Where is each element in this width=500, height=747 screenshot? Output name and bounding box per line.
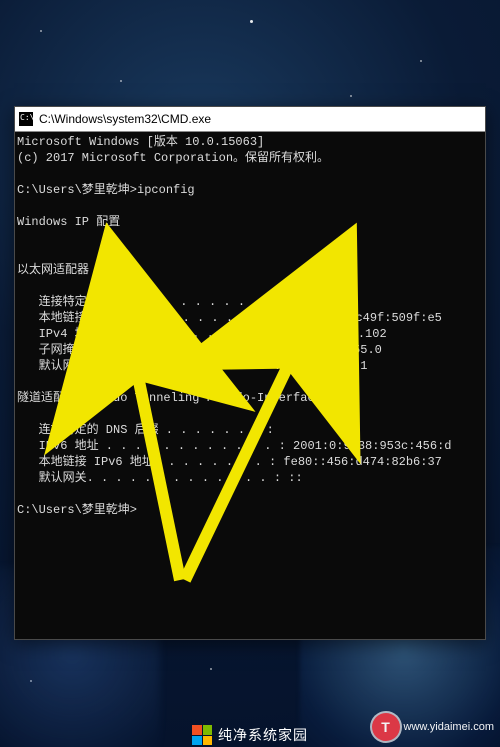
window-title: C:\Windows\system32\CMD.exe — [39, 107, 211, 131]
terminal-line: Microsoft Windows [版本 10.0.15063] — [17, 134, 483, 150]
terminal-line — [17, 374, 483, 390]
terminal-line: (c) 2017 Microsoft Corporation。保留所有权利。 — [17, 150, 483, 166]
terminal-line: Windows IP 配置 — [17, 214, 483, 230]
cmd-window[interactable]: C:\Windows\system32\CMD.exe Microsoft Wi… — [14, 106, 486, 640]
terminal-line — [17, 166, 483, 182]
windows-logo-icon — [192, 725, 212, 745]
terminal-line: 以太网适配器 以太网: — [17, 262, 483, 278]
terminal-line — [17, 246, 483, 262]
watermark-left-text: 纯净系统家园 — [218, 728, 308, 742]
watermark-left: 纯净系统家园 — [192, 725, 308, 745]
terminal-line: 本地链接 IPv6 地址. . . . . . . . : fe80::456:… — [17, 454, 483, 470]
window-titlebar[interactable]: C:\Windows\system32\CMD.exe — [15, 107, 485, 132]
terminal-line — [17, 198, 483, 214]
terminal-line — [17, 230, 483, 246]
terminal-line: 隧道适配器 Teredo Tunneling Pseudo-Interface: — [17, 390, 483, 406]
terminal-line: 子网掩码 . . . . . . . . . . . . : 255.255.2… — [17, 342, 483, 358]
desktop-background: C:\Windows\system32\CMD.exe Microsoft Wi… — [0, 0, 500, 747]
terminal-line: 连接特定的 DNS 后缀 . . . . . . . : — [17, 294, 483, 310]
cmd-icon — [19, 112, 33, 126]
terminal-line: IPv4 地址 . . . . . . . . . . . . : 192.16… — [17, 326, 483, 342]
terminal-line: 连接特定的 DNS 后缀 . . . . . . . : — [17, 422, 483, 438]
terminal-line: 本地链接 IPv6 地址. . . . . . . . : fe80::864:… — [17, 310, 483, 326]
terminal-line: 默认网关. . . . . . . . . . . . . : 192.168.… — [17, 358, 483, 374]
watermark-right: www.yidaimei.com — [372, 713, 494, 741]
terminal-line — [17, 486, 483, 502]
terminal-line: C:\Users\梦里乾坤>ipconfig — [17, 182, 483, 198]
terminal-line: C:\Users\梦里乾坤> — [17, 502, 483, 518]
terminal-line — [17, 278, 483, 294]
watermark-right-text: www.yidaimei.com — [404, 722, 494, 733]
terminal-line: 默认网关. . . . . . . . . . . . . : :: — [17, 470, 483, 486]
terminal-line — [17, 406, 483, 422]
terminal-output[interactable]: Microsoft Windows [版本 10.0.15063](c) 201… — [15, 132, 485, 639]
watermark-logo-icon — [372, 713, 400, 741]
terminal-line: IPv6 地址 . . . . . . . . . . . . : 2001:0… — [17, 438, 483, 454]
